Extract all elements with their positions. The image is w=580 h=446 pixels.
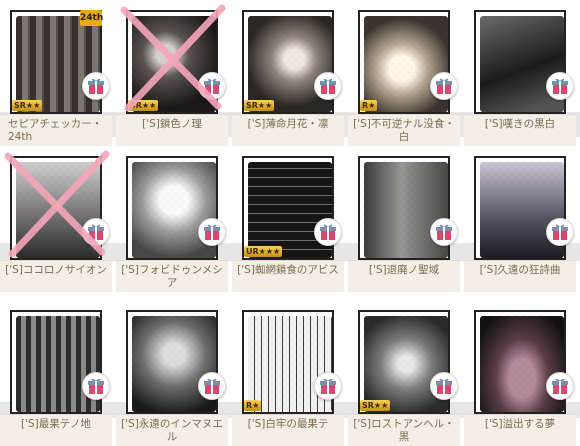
gift-icon[interactable] — [314, 218, 342, 246]
gift-icon[interactable] — [82, 372, 110, 400]
card-title[interactable]: ['S]ココロノサイオン — [0, 260, 112, 292]
card-art — [10, 156, 102, 260]
rarity-stars: ★★ — [257, 101, 273, 110]
item-card[interactable]: ['S]フォビドゥンメシア — [116, 150, 228, 292]
card-art — [126, 310, 218, 414]
gift-icon[interactable] — [546, 218, 574, 246]
rarity-badge: SR★★ — [244, 100, 275, 111]
item-card[interactable]: R★ ['S]不可逆ナル没食・白 — [348, 4, 460, 146]
rarity-label: SR — [14, 101, 26, 110]
item-card[interactable]: SR★★ ['S]薄命月花・凛 — [232, 4, 344, 146]
gift-icon[interactable] — [430, 218, 458, 246]
gift-icon[interactable] — [198, 72, 226, 100]
card-title[interactable]: ['S]蜘網鎖食のアビス — [232, 260, 344, 292]
rarity-badge: R★ — [244, 400, 262, 411]
card-title[interactable]: ['S]白牢の最果テ — [232, 414, 344, 446]
rarity-stars: ★★ — [25, 101, 41, 110]
gift-icon[interactable] — [82, 72, 110, 100]
item-card[interactable]: ['S]ココロノサイオン — [0, 150, 112, 292]
card-art — [474, 156, 566, 260]
anniversary-badge: 24th — [80, 10, 103, 26]
card-title[interactable]: ['S]溢出する夢 — [464, 414, 576, 446]
gift-icon[interactable] — [198, 372, 226, 400]
gift-icon[interactable] — [82, 218, 110, 246]
card-title[interactable]: ['S]嘆きの黒白 — [464, 114, 576, 146]
rarity-badge: SR★★ — [360, 400, 391, 411]
card-art — [358, 156, 450, 260]
item-card[interactable]: ['S]退廃ノ聖域 — [348, 150, 460, 292]
gift-icon[interactable] — [430, 372, 458, 400]
item-card[interactable]: ['S]溢出する夢 — [464, 304, 576, 446]
card-art — [474, 310, 566, 414]
card-art — [10, 310, 102, 414]
rarity-badge: SR★★ — [128, 100, 159, 111]
item-grid: 24th SR★★ セピアチェッカー・24th SR★★ ['S]鎖色ノ理 SR★★ ['S… — [0, 0, 580, 446]
rarity-badge: SR★★ — [12, 100, 43, 111]
card-title[interactable]: ['S]フォビドゥンメシア — [116, 260, 228, 292]
card-title[interactable]: ['S]ロストアンヘル・黒 — [348, 414, 460, 446]
gift-icon[interactable] — [546, 72, 574, 100]
gift-icon[interactable] — [198, 218, 226, 246]
rarity-stars: ★ — [368, 101, 376, 110]
card-title[interactable]: ['S]最果テノ地 — [0, 414, 112, 446]
card-title[interactable]: ['S]鎖色ノ理 — [116, 114, 228, 146]
card-title[interactable]: ['S]久遠の狂詩曲 — [464, 260, 576, 292]
rarity-stars: ★★ — [373, 401, 389, 410]
item-card[interactable]: 24th SR★★ セピアチェッカー・24th — [0, 4, 112, 146]
card-art — [126, 10, 218, 114]
rarity-stars: ★★ — [141, 101, 157, 110]
gift-icon[interactable] — [430, 72, 458, 100]
item-card[interactable]: ['S]嘆きの黒白 — [464, 4, 576, 146]
rarity-stars: ★ — [252, 401, 260, 410]
item-card[interactable]: ['S]最果テノ地 — [0, 304, 112, 446]
rarity-stars: ★★★ — [258, 247, 281, 256]
rarity-label: SR — [130, 101, 142, 110]
card-title[interactable]: ['S]退廃ノ聖域 — [348, 260, 460, 292]
rarity-label: SR — [362, 401, 374, 410]
rarity-label: SR — [246, 101, 258, 110]
card-title[interactable]: ['S]永遠のインマヌエル — [116, 414, 228, 446]
card-art — [358, 10, 450, 114]
card-title[interactable]: セピアチェッカー・24th — [0, 114, 112, 146]
card-art — [358, 310, 450, 414]
item-card[interactable]: SR★★ ['S]鎖色ノ理 — [116, 4, 228, 146]
card-art — [242, 156, 334, 260]
rarity-label: UR — [246, 247, 259, 256]
card-art — [126, 156, 218, 260]
card-art — [242, 10, 334, 114]
card-title[interactable]: ['S]薄命月花・凛 — [232, 114, 344, 146]
item-card[interactable]: UR★★★ ['S]蜘網鎖食のアビス — [232, 150, 344, 292]
card-art — [474, 10, 566, 114]
item-card[interactable]: R★ ['S]白牢の最果テ — [232, 304, 344, 446]
item-card[interactable]: ['S]永遠のインマヌエル — [116, 304, 228, 446]
gift-icon[interactable] — [546, 372, 574, 400]
item-card[interactable]: SR★★ ['S]ロストアンヘル・黒 — [348, 304, 460, 446]
card-art — [242, 310, 334, 414]
gift-icon[interactable] — [314, 72, 342, 100]
rarity-badge: R★ — [360, 100, 378, 111]
gift-icon[interactable] — [314, 372, 342, 400]
item-card[interactable]: ['S]久遠の狂詩曲 — [464, 150, 576, 292]
card-title[interactable]: ['S]不可逆ナル没食・白 — [348, 114, 460, 146]
rarity-badge: UR★★★ — [244, 246, 283, 257]
